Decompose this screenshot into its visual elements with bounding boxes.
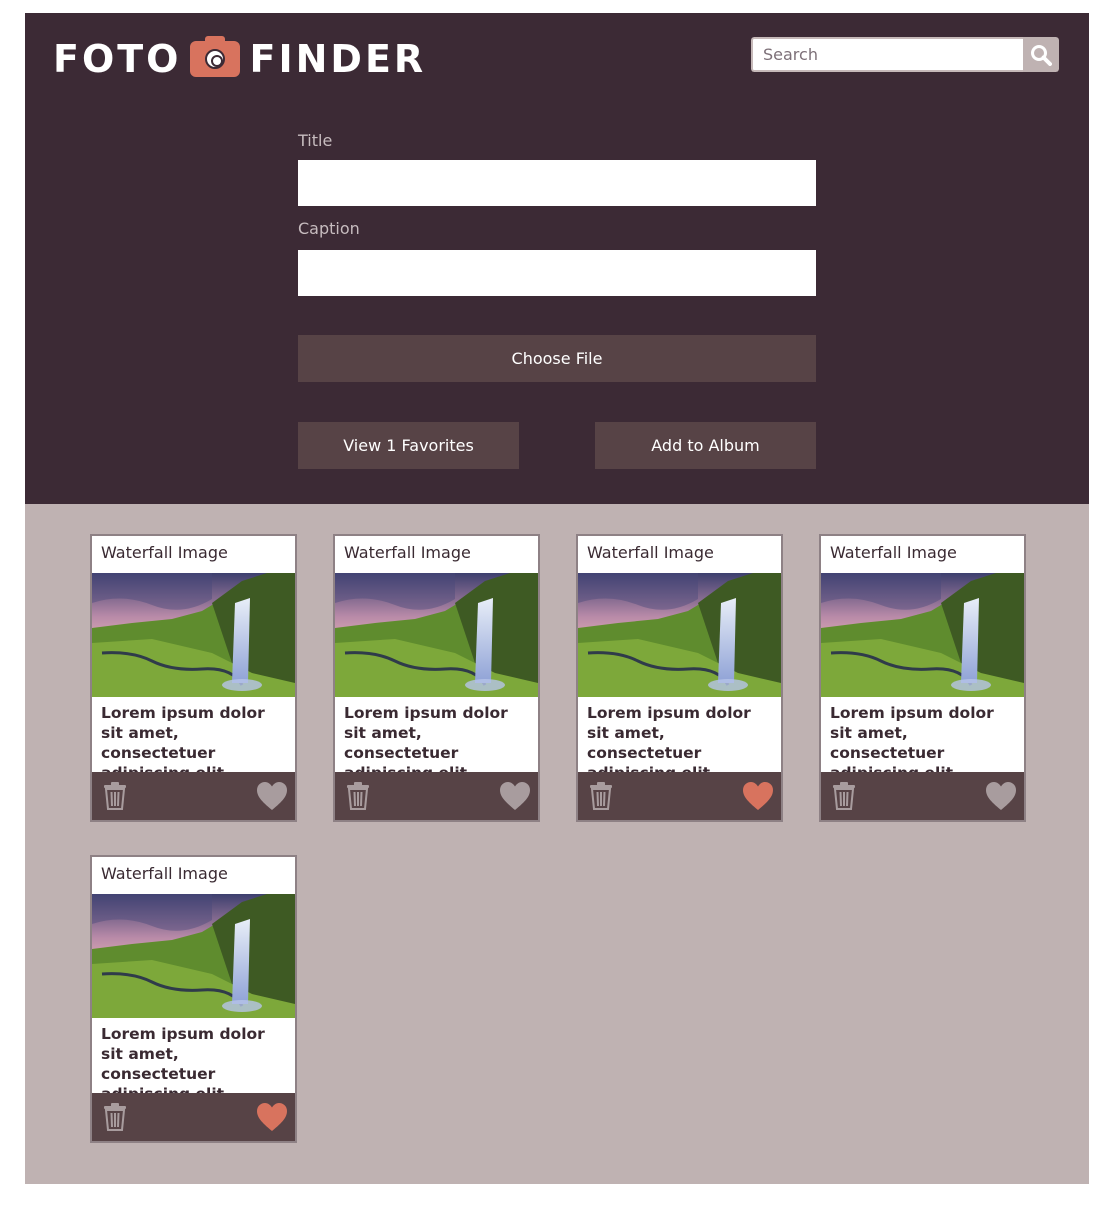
card-photo (92, 573, 295, 697)
search-input[interactable] (751, 37, 1023, 72)
logo-text-left: FOTO (53, 37, 182, 81)
heart-icon[interactable] (256, 781, 288, 811)
card-footer (821, 772, 1024, 820)
photo-gallery: Waterfall Image Lorem ipsum dolor sit am… (25, 504, 1089, 1184)
logo: FOTO FINDER (53, 36, 427, 81)
card-photo (578, 573, 781, 697)
caption-label: Caption (298, 219, 360, 238)
card-title[interactable]: Waterfall Image (344, 543, 471, 562)
trash-icon[interactable] (831, 782, 857, 810)
card-footer (335, 772, 538, 820)
card-title[interactable]: Waterfall Image (830, 543, 957, 562)
photo-card: Waterfall Image Lorem ipsum dolor sit am… (819, 534, 1026, 822)
camera-icon (189, 36, 240, 77)
search-bar (751, 37, 1059, 72)
add-to-album-button[interactable]: Add to Album (595, 422, 816, 469)
view-favorites-button[interactable]: View 1 Favorites (298, 422, 519, 469)
trash-icon[interactable] (588, 782, 614, 810)
card-caption[interactable]: Lorem ipsum dolor sit amet, consectetuer… (101, 703, 291, 783)
title-input[interactable] (298, 160, 816, 206)
card-footer (92, 772, 295, 820)
header: FOTO FINDER Title Caption Choose File Vi… (25, 13, 1089, 504)
card-footer (578, 772, 781, 820)
caption-input[interactable] (298, 250, 816, 296)
card-caption[interactable]: Lorem ipsum dolor sit amet, consectetuer… (344, 703, 534, 783)
heart-icon[interactable] (499, 781, 531, 811)
photo-card: Waterfall Image Lorem ipsum dolor sit am… (576, 534, 783, 822)
heart-icon[interactable] (742, 781, 774, 811)
card-caption[interactable]: Lorem ipsum dolor sit amet, consectetuer… (830, 703, 1020, 783)
heart-icon[interactable] (256, 1102, 288, 1132)
search-button[interactable] (1023, 37, 1059, 72)
trash-icon[interactable] (345, 782, 371, 810)
photo-card: Waterfall Image Lorem ipsum dolor sit am… (90, 855, 297, 1143)
app-root: FOTO FINDER Title Caption Choose File Vi… (25, 13, 1089, 1184)
card-footer (92, 1093, 295, 1141)
photo-card: Waterfall Image Lorem ipsum dolor sit am… (90, 534, 297, 822)
heart-icon[interactable] (985, 781, 1017, 811)
card-title[interactable]: Waterfall Image (101, 543, 228, 562)
trash-icon[interactable] (102, 1103, 128, 1131)
photo-card: Waterfall Image Lorem ipsum dolor sit am… (333, 534, 540, 822)
logo-text-right: FINDER (249, 37, 427, 81)
card-caption[interactable]: Lorem ipsum dolor sit amet, consectetuer… (587, 703, 777, 783)
card-photo (821, 573, 1024, 697)
title-label: Title (298, 131, 333, 150)
choose-file-button[interactable]: Choose File (298, 335, 816, 382)
card-photo (335, 573, 538, 697)
trash-icon[interactable] (102, 782, 128, 810)
search-icon (1031, 44, 1052, 66)
card-photo (92, 894, 295, 1018)
card-caption[interactable]: Lorem ipsum dolor sit amet, consectetuer… (101, 1024, 291, 1104)
card-title[interactable]: Waterfall Image (587, 543, 714, 562)
card-title[interactable]: Waterfall Image (101, 864, 228, 883)
